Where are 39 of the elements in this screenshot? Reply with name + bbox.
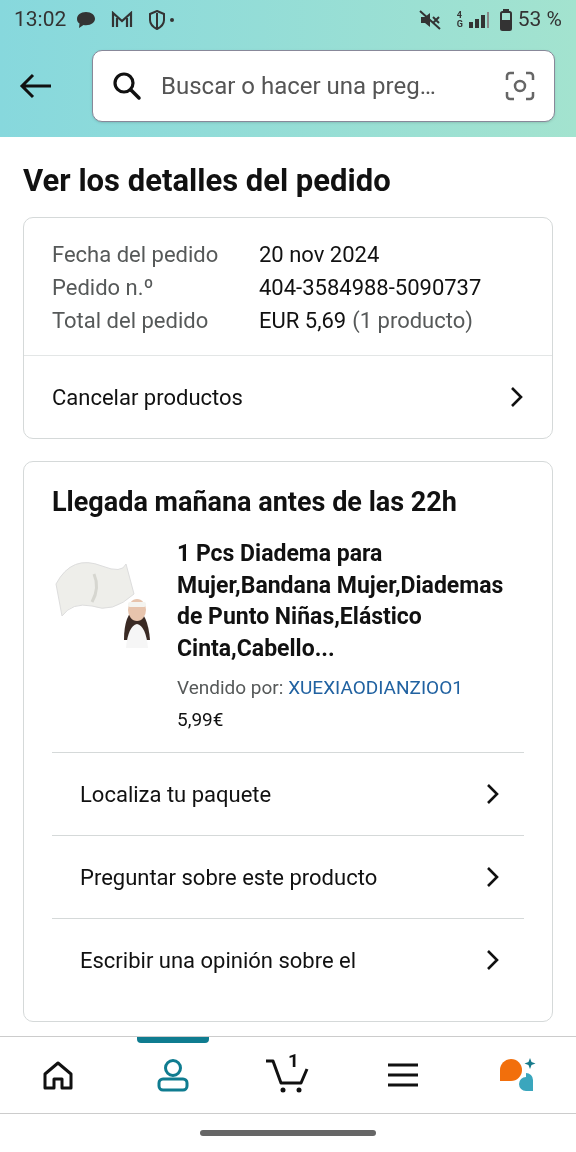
shield-icon: [148, 10, 177, 30]
chat-icon: [76, 11, 97, 29]
order-field-value: EUR 5,69: [259, 308, 347, 333]
signal-icon: [467, 11, 490, 29]
mail-icon: [111, 11, 134, 29]
action-row[interactable]: Escribir una opinión sobre el: [52, 918, 524, 1001]
order-field-label: Pedido n.º: [52, 274, 155, 302]
seller-link[interactable]: XUEXIAODIANZIOO1: [288, 676, 463, 699]
menu-icon: [387, 1062, 420, 1088]
battery-level: 53 %: [517, 6, 562, 34]
chevron-right-icon: [486, 949, 500, 971]
action-row[interactable]: Localiza tu paquete: [52, 752, 524, 835]
item-count: (1 producto): [352, 308, 473, 333]
order-field-label: Fecha del pedido: [52, 241, 220, 269]
nav-tab[interactable]: 1: [230, 1037, 346, 1113]
action-row[interactable]: Preguntar sobre este producto: [52, 835, 524, 918]
product-title[interactable]: 1 Pcs Diadema para Mujer,Bandana Mujer,Diademas de Punto Niñas,Elástico Cinta,Cabello...: [177, 538, 524, 664]
chevron-right-icon: [510, 386, 524, 408]
network-label: 4G: [456, 11, 464, 29]
mute-icon: [418, 10, 441, 30]
seller-label: Vendido por:: [177, 676, 284, 699]
order-field-value: 20 nov 2024: [259, 242, 380, 267]
status-time: 13:02: [14, 6, 67, 34]
battery-icon: [499, 9, 512, 31]
cart-count: 1: [288, 1051, 299, 1070]
delivery-heading: Llegada mañana antes de las 22h: [52, 485, 458, 520]
cancel-products-row[interactable]: Cancelar productos: [24, 356, 552, 438]
home-icon: [41, 1060, 74, 1090]
search-icon: [112, 70, 142, 101]
person-icon: [155, 1058, 190, 1092]
order-field-value: 404-3584988-5090737: [259, 275, 482, 300]
product-price: 5,99€: [177, 707, 225, 733]
chevron-right-icon: [486, 866, 500, 888]
chevron-right-icon: [486, 783, 500, 805]
search-field[interactable]: Buscar o hacer una preg…: [92, 49, 555, 122]
camera-scan-icon[interactable]: [505, 70, 535, 101]
order-field-label: Total del pedido: [52, 307, 210, 335]
back-arrow-icon: [19, 72, 53, 99]
page-title: Ver los detalles del pedido: [23, 161, 392, 201]
